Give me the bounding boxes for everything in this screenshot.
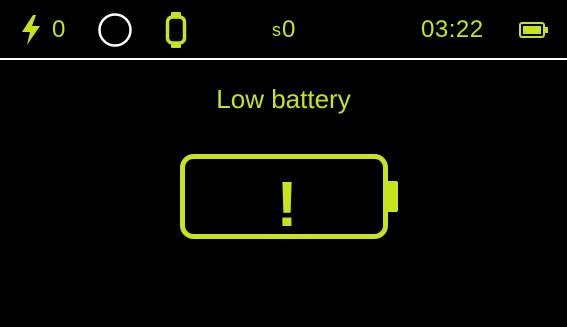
clock-time: 03:22	[421, 16, 484, 43]
page-title: Low battery	[216, 84, 351, 114]
ring-icon	[97, 0, 133, 60]
lightning-bolt-icon	[20, 0, 42, 60]
step-counter: s0	[272, 0, 295, 60]
low-battery-alert-icon: !	[180, 154, 400, 244]
steps-count: 0	[282, 16, 296, 43]
watch-icon	[165, 0, 187, 60]
charge-count: 0	[52, 16, 66, 43]
main-panel: Low battery !	[0, 60, 567, 327]
device-screen: 0 s0 03:22 Low battery !	[0, 0, 567, 327]
alert-glyph: !	[276, 168, 297, 240]
status-bar: 0 s0 03:22	[0, 0, 567, 60]
battery-full-icon	[519, 0, 549, 60]
steps-prefix: s	[272, 20, 281, 40]
